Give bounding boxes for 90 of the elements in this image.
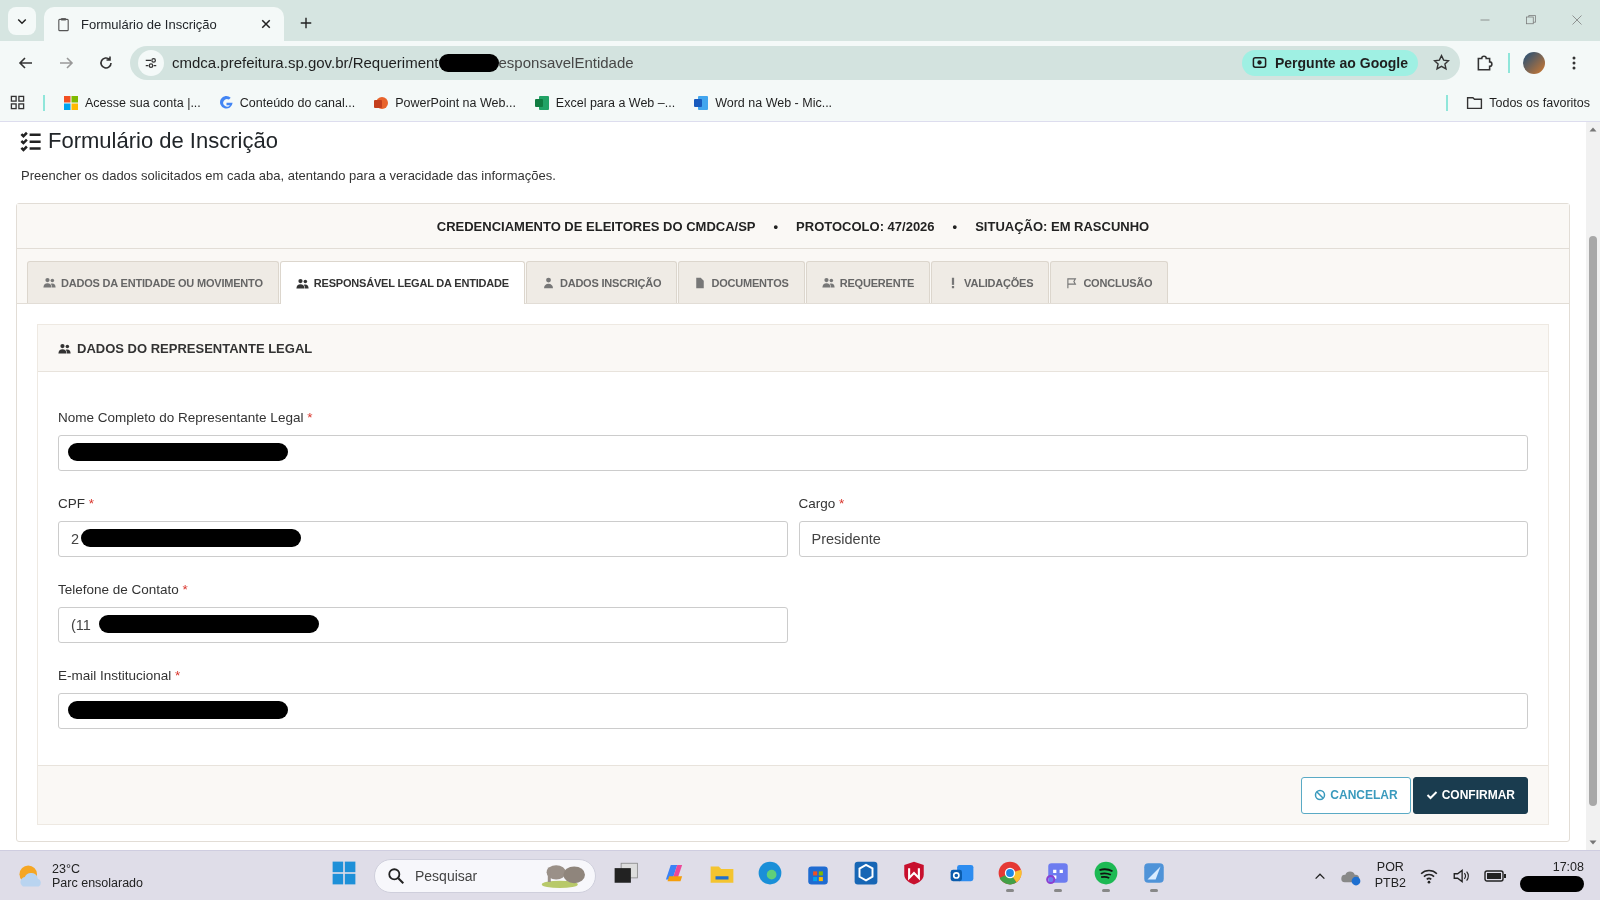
restore-icon — [1525, 14, 1537, 26]
section-title: DADOS DO REPRESENTANTE LEGAL — [77, 340, 313, 356]
field-label: Cargo * — [798, 496, 846, 511]
header-text: CREDENCIAMENTO DE ELEITORES DO CMDCA/SP — [436, 218, 756, 234]
bookmark-link[interactable]: Conteúdo do canal... — [218, 95, 356, 110]
star-icon — [1432, 54, 1450, 71]
caret-down-icon — [1589, 838, 1597, 846]
excel-icon — [533, 94, 550, 111]
check-icon — [1425, 789, 1438, 801]
search-placeholder: Pesquisar — [415, 867, 479, 884]
users-icon — [43, 276, 56, 289]
speaker-icon — [1452, 866, 1470, 885]
url-text: esponsavelEntidade — [498, 54, 634, 71]
header-text: PROTOCOLO: 47/2026 — [796, 218, 935, 234]
users-icon — [295, 276, 309, 290]
weather-widget[interactable]: 23°C Parc ensolarado — [16, 861, 326, 890]
arrow-right-icon — [58, 54, 74, 71]
form-tab[interactable]: DADOS DA ENTIDADE OU MOVIMENTO — [27, 261, 279, 303]
google-g-icon — [218, 95, 234, 110]
powerpoint-icon — [373, 94, 390, 111]
page-title: Formulário de Inscrição — [48, 128, 278, 154]
browser-tab[interactable]: Formulário de Inscrição — [44, 7, 284, 41]
close-icon — [260, 18, 272, 30]
field-label: CPF * — [58, 496, 96, 511]
address-bar[interactable]: cmdca.prefeitura.sp.gov.br/Requeriment esponsavelEntidade Pergunte ao Google — [130, 45, 1460, 80]
form-tab[interactable]: RESPONSÁVEL LEGAL DA ENTIDADE — [279, 261, 525, 304]
user-icon — [541, 276, 555, 289]
url-text: cmdca.prefeitura.sp.gov.br/Requeriment — [172, 54, 439, 71]
text-field[interactable] — [58, 435, 1528, 471]
puzzle-icon — [1475, 53, 1493, 72]
avatar — [1523, 51, 1545, 74]
close-tab-button[interactable] — [260, 18, 272, 30]
edge-icon — [757, 859, 783, 886]
weather-text: Parc ensolarado — [52, 875, 144, 890]
shield-icon — [901, 859, 927, 886]
form-tab[interactable]: REQUERENTE — [805, 261, 931, 303]
checklist-icon — [20, 130, 42, 152]
window-icon — [331, 859, 357, 886]
plus-icon — [299, 16, 313, 30]
language-text: POR — [1376, 859, 1404, 876]
apps-button[interactable] — [10, 95, 25, 110]
scrollbar[interactable] — [1586, 122, 1600, 850]
redaction-mark — [1520, 875, 1584, 892]
camera-search-icon — [1252, 55, 1267, 70]
prohibited-icon — [1314, 789, 1327, 801]
text-field[interactable] — [58, 693, 1528, 729]
cube-icon — [853, 859, 879, 886]
windows-logo-icon — [63, 94, 79, 111]
chrome-icon — [997, 859, 1023, 886]
field-label: Nome Completo do Representante Legal * — [58, 410, 314, 425]
field-label: E-mail Institucional * — [58, 668, 182, 683]
header-text: • — [952, 218, 958, 234]
folder-icon — [1466, 94, 1484, 111]
reload-icon — [98, 54, 114, 71]
bookmark-link[interactable]: PowerPoint na Web... — [373, 94, 516, 111]
sliders-icon — [144, 55, 158, 70]
arrow-left-icon — [18, 54, 34, 71]
search-icon — [387, 866, 405, 885]
bookmark-link[interactable]: Word na Web - Mic... — [693, 94, 833, 111]
users-icon — [58, 341, 71, 355]
layout-text: PTB2 — [1374, 875, 1406, 892]
site-settings-button[interactable] — [138, 49, 164, 76]
header-text: • — [773, 218, 779, 234]
tab-title: Formulário de Inscrição — [81, 16, 218, 32]
form-tab[interactable]: DOCUMENTOS — [678, 261, 805, 303]
form-tab[interactable]: CONCLUSÃO — [1050, 261, 1169, 303]
redaction-mark — [438, 53, 499, 72]
field-label: Telefone de Contato * — [58, 582, 189, 597]
taskbar-search[interactable]: Pesquisar — [374, 858, 596, 893]
form-tab[interactable]: VALIDAÇÕES — [931, 261, 1050, 303]
ask-google-button[interactable]: Pergunte ao Google — [1242, 49, 1418, 76]
bookmark-link[interactable]: Acesse sua conta |... — [63, 94, 201, 111]
grid-icon — [10, 95, 25, 110]
users-icon — [821, 276, 835, 289]
flag-icon — [1066, 276, 1079, 289]
temperature: 23°C — [52, 861, 81, 876]
confirm-button[interactable]: CONFIRMAR — [1412, 776, 1528, 814]
clock-time: 17:08 — [1552, 859, 1584, 874]
clipboard-icon — [56, 16, 71, 32]
word-icon — [693, 94, 710, 111]
text-field[interactable]: Presidente — [798, 521, 1528, 557]
page-subtitle: Preencher os dados solicitados em cada aba, atentando para a veracidade das informações. — [21, 168, 557, 183]
bookmark-link[interactable]: Excel para a Web –... — [533, 94, 676, 111]
caret-up-icon — [1589, 126, 1597, 134]
form-tab[interactable]: DADOS INSCRIÇÃO — [525, 261, 678, 303]
spotify-icon — [1093, 859, 1119, 886]
all-bookmarks-button[interactable]: Todos os favoritos — [1466, 94, 1590, 111]
file-icon — [694, 276, 707, 289]
close-icon — [1571, 14, 1583, 26]
header-text: SITUAÇÃO: EM RASCUNHO — [975, 218, 1150, 234]
